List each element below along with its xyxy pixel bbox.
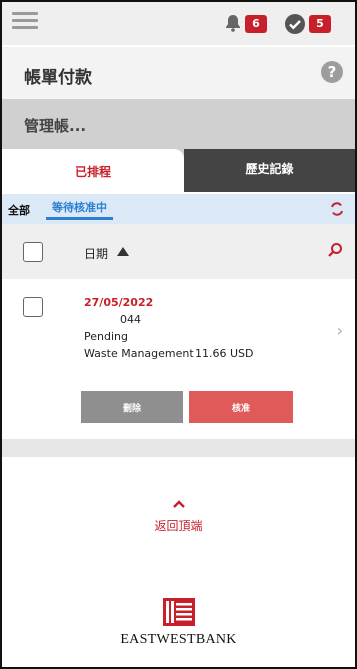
brand-logo: EASTWESTBANK bbox=[2, 598, 355, 648]
brand-name: EASTWESTBANK bbox=[120, 632, 237, 647]
list-item[interactable]: 27/05/2022 044 Pending Waste Management … bbox=[2, 279, 355, 439]
tabs: 已排程 歷史記錄 bbox=[2, 149, 355, 192]
chevron-right-icon[interactable]: › bbox=[337, 321, 343, 340]
caret-up-icon bbox=[172, 500, 185, 508]
item-date: 27/05/2022 bbox=[84, 296, 154, 309]
bell-icon[interactable] bbox=[224, 14, 242, 32]
refresh-icon[interactable] bbox=[329, 201, 345, 217]
back-to-top-link[interactable]: 返回頂端 bbox=[2, 497, 355, 534]
search-icon[interactable] bbox=[327, 242, 343, 258]
list-header: 日期 bbox=[2, 224, 355, 279]
item-checkbox[interactable] bbox=[23, 297, 43, 317]
filter-bar: 全部 等待核准中 bbox=[2, 194, 355, 224]
select-all-checkbox[interactable] bbox=[23, 242, 43, 262]
tab-history[interactable]: 歷史記錄 bbox=[184, 149, 355, 192]
sort-up-icon[interactable] bbox=[117, 247, 129, 256]
page-header: 帳單付款 ? bbox=[2, 47, 355, 99]
notifications-badge[interactable]: 6 bbox=[245, 15, 267, 33]
filter-all[interactable]: 全部 bbox=[8, 202, 30, 218]
check-circle-icon[interactable] bbox=[284, 13, 306, 35]
filter-pending[interactable]: 等待核准中 bbox=[46, 198, 113, 220]
manage-section[interactable]: 管理帳... bbox=[2, 99, 355, 149]
hamburger-icon[interactable] bbox=[12, 12, 38, 32]
approve-button[interactable]: 核准 bbox=[189, 391, 293, 423]
tab-label: 歷史記錄 bbox=[245, 162, 294, 176]
manage-label: 管理帳... bbox=[24, 117, 87, 135]
back-to-top-label: 返回頂端 bbox=[154, 519, 203, 533]
item-account: 044 bbox=[120, 313, 141, 326]
item-payee: Waste Management bbox=[84, 347, 194, 360]
page-title: 帳單付款 bbox=[24, 68, 92, 88]
item-amount: 11.66 USD bbox=[195, 347, 254, 360]
tasks-badge[interactable]: 5 bbox=[309, 15, 331, 33]
tab-label: 已排程 bbox=[74, 165, 111, 179]
delete-button[interactable]: 刪除 bbox=[81, 391, 183, 423]
tab-scheduled[interactable]: 已排程 bbox=[2, 149, 184, 192]
item-status: Pending bbox=[84, 330, 128, 343]
section-divider bbox=[2, 439, 355, 457]
help-icon[interactable]: ? bbox=[321, 61, 343, 83]
logo-icon bbox=[162, 598, 195, 626]
top-bar: 6 5 bbox=[2, 2, 355, 45]
app-frame: 6 5 帳單付款 ? 管理帳... 已排程 歷史記錄 全部 等待核准中 日期 2… bbox=[0, 0, 357, 669]
sort-date-label[interactable]: 日期 bbox=[84, 245, 108, 262]
